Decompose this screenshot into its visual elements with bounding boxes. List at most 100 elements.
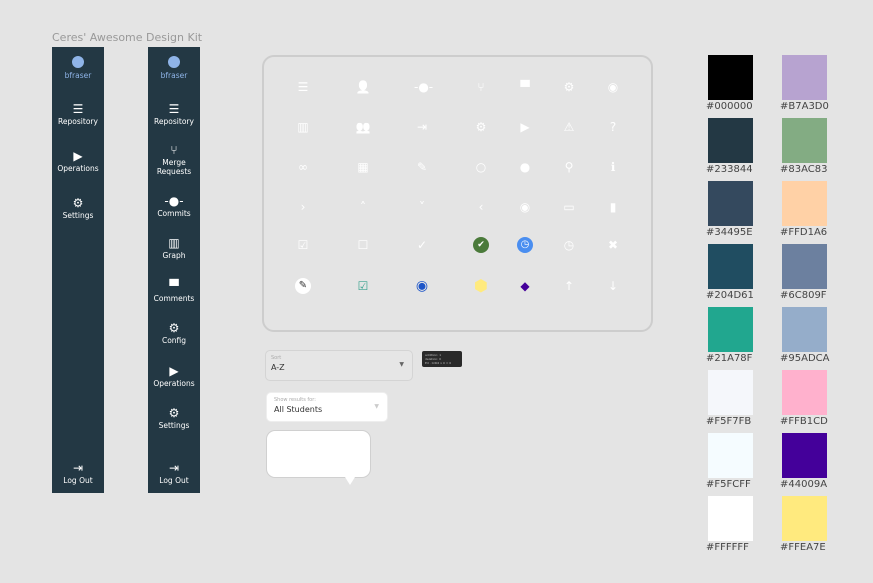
- radio-selected-icon: ◉: [415, 278, 429, 294]
- help-icon: ?: [609, 120, 617, 134]
- sidebar-item-repository[interactable]: ☰ Repository: [52, 102, 104, 126]
- label: Log Out: [159, 476, 189, 485]
- color-swatch[interactable]: [782, 496, 827, 541]
- swatch-label: #44009A: [780, 479, 828, 490]
- swatch-label: #000000: [706, 101, 753, 112]
- sidebar-item-operations[interactable]: ▶ Operations: [52, 149, 104, 173]
- sidebar-item-logout[interactable]: ⇥ Log Out: [52, 461, 104, 485]
- play-icon: ▶: [520, 120, 530, 134]
- swatch-label: #21A78F: [706, 353, 753, 364]
- label: Operations: [57, 164, 99, 173]
- sidebar-item-commits[interactable]: -●- Commits: [148, 194, 200, 218]
- color-swatch[interactable]: [782, 181, 827, 226]
- swatch-label: #FFD1A6: [780, 227, 828, 238]
- sort-value: A-Z: [271, 363, 285, 372]
- sidebar-user[interactable]: bfraser: [148, 56, 200, 80]
- commit-icon: -●-: [414, 80, 434, 94]
- color-swatch[interactable]: [782, 118, 827, 163]
- icon-library-panel: [262, 55, 653, 332]
- warning-icon: ⚠: [563, 120, 575, 134]
- color-swatch[interactable]: [708, 433, 753, 478]
- commit-icon: -●-: [164, 194, 184, 208]
- merge-request-icon: ⑂: [477, 80, 485, 94]
- swatch-label: #FFFFFF: [706, 542, 749, 553]
- check-icon: ✓: [416, 238, 428, 252]
- swatch-label: #83AC83: [780, 164, 828, 175]
- link-icon: ∞: [298, 160, 308, 174]
- list-icon: ☰: [72, 102, 84, 116]
- swatch-label: #95ADCA: [780, 353, 830, 364]
- sidebar-user[interactable]: bfraser: [52, 56, 104, 80]
- info-icon: ℹ: [610, 160, 616, 174]
- color-swatch[interactable]: [782, 370, 827, 415]
- swatch-label: #FFEA7E: [780, 542, 826, 553]
- color-swatch[interactable]: [782, 55, 827, 100]
- swatch-label: #B7A3D0: [780, 101, 829, 112]
- sidebar-item-graph[interactable]: ▥ Graph: [148, 236, 200, 260]
- calendar-icon: ▭: [563, 200, 575, 214]
- page-title: Ceres' Awesome Design Kit: [52, 31, 203, 44]
- color-swatch[interactable]: [708, 181, 753, 226]
- color-swatch[interactable]: [782, 433, 827, 478]
- sidebar-item-repository[interactable]: ☰ Repository: [148, 102, 200, 126]
- user-icon: 👤: [355, 80, 371, 94]
- sidebar-item-settings[interactable]: ⚙ Settings: [148, 406, 200, 430]
- tooltip-line: Ed · 0d02 x 0 = 0: [425, 361, 452, 365]
- success-icon: ✔: [473, 237, 489, 253]
- checkbox-checked-icon: ☑: [297, 238, 309, 252]
- sidebar-item-config[interactable]: ⚙ Config: [148, 321, 200, 345]
- color-swatch[interactable]: [708, 370, 753, 415]
- speech-bubble: [266, 430, 371, 485]
- color-swatch[interactable]: [708, 244, 753, 289]
- label: Graph: [162, 251, 186, 260]
- diamond-icon: ◆: [520, 279, 530, 293]
- sidebar-item-operations[interactable]: ▶ Operations: [148, 364, 200, 388]
- sort-select[interactable]: Sort A-Z ▼: [265, 350, 413, 381]
- sidebar-item-logout[interactable]: ⇥ Log Out: [148, 461, 200, 485]
- play-icon: ▶: [73, 149, 83, 163]
- sidebar-compact: bfraser ☰ Repository ▶ Operations ⚙ Setting…: [52, 47, 104, 493]
- trash-icon: ▮: [609, 200, 617, 214]
- avatar-icon: [168, 56, 180, 68]
- color-swatch[interactable]: [708, 307, 753, 352]
- gear-icon: ⚙: [72, 196, 84, 210]
- account-circle-icon: ◉: [607, 80, 619, 94]
- color-swatch[interactable]: [782, 307, 827, 352]
- show-results-select[interactable]: Show results for: All Students ▼: [266, 392, 388, 422]
- caret-down-icon: ▼: [374, 403, 379, 410]
- chevron-left-icon: ‹: [478, 200, 484, 214]
- avatar-icon: [72, 56, 84, 68]
- pencil-icon: ✎: [416, 160, 428, 174]
- label: Merge Requests: [156, 158, 192, 176]
- chevron-right-icon: ›: [300, 200, 306, 214]
- label: Operations: [153, 379, 195, 388]
- chevron-down-icon: ˅: [419, 200, 425, 214]
- logout-icon: ⇥: [168, 461, 180, 475]
- color-swatch[interactable]: [708, 55, 753, 100]
- hexagon-icon: ⬢: [474, 276, 488, 295]
- label: Settings: [62, 211, 94, 220]
- circle-icon: ●: [519, 160, 531, 174]
- label: Log Out: [63, 476, 93, 485]
- label: Config: [161, 336, 187, 345]
- logout-icon: ⇥: [72, 461, 84, 475]
- sidebar-item-settings[interactable]: ⚙ Settings: [52, 196, 104, 220]
- color-swatch[interactable]: [708, 496, 753, 541]
- sidebar-item-comments[interactable]: ▀ Comments: [148, 279, 200, 303]
- swatch-label: #233844: [706, 164, 753, 175]
- logout-icon: ⇥: [416, 120, 428, 134]
- swatch-label: #6C809F: [780, 290, 827, 301]
- swatch-label: #204D61: [706, 290, 754, 301]
- clock-filled-icon: ◷: [517, 237, 533, 253]
- play-icon: ▶: [169, 364, 179, 378]
- username: bfraser: [64, 71, 92, 80]
- filter-value: All Students: [274, 405, 323, 414]
- graph-icon: ▥: [168, 236, 180, 250]
- sidebar-item-merge-requests[interactable]: ⑂ Merge Requests: [148, 143, 200, 176]
- calculator-icon: ▦: [357, 160, 369, 174]
- color-swatch[interactable]: [782, 244, 827, 289]
- color-swatch[interactable]: [708, 118, 753, 163]
- cancel-icon: ✖: [607, 238, 619, 252]
- swatch-label: #FFB1CD: [780, 416, 828, 427]
- filter-label: Show results for:: [274, 397, 316, 403]
